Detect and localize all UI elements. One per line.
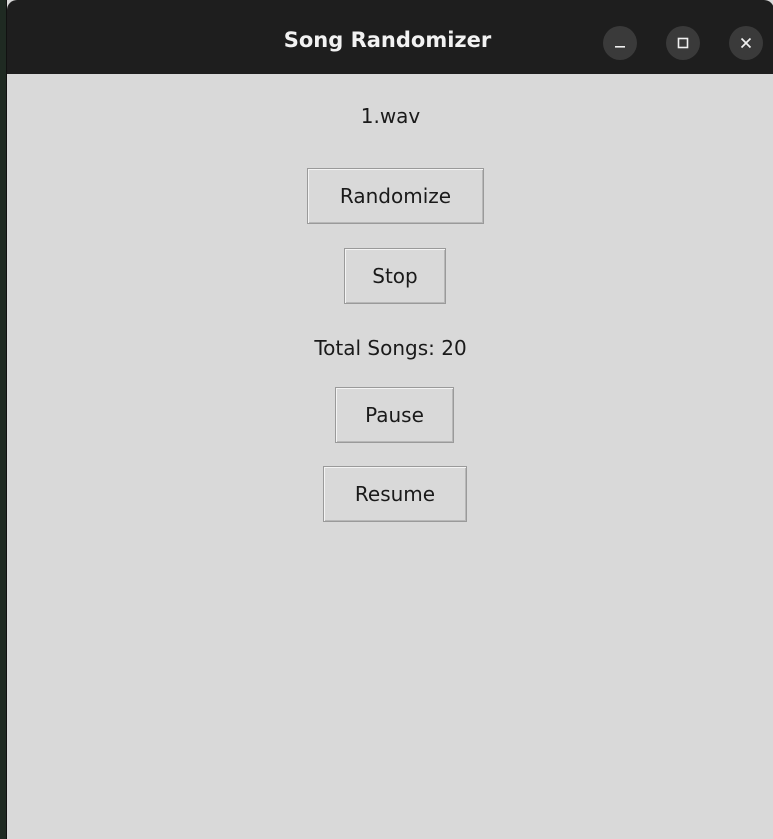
resume-button[interactable]: Resume xyxy=(323,466,467,522)
main-content: 1.wav Randomize Stop Total Songs: 20 Pau… xyxy=(7,74,773,839)
stop-button[interactable]: Stop xyxy=(344,248,446,304)
maximize-icon xyxy=(677,37,689,49)
title-bar[interactable]: Song Randomizer xyxy=(7,0,773,74)
minimize-button[interactable] xyxy=(603,26,637,60)
maximize-button[interactable] xyxy=(666,26,700,60)
current-song-label: 1.wav xyxy=(360,104,421,128)
total-songs-label: Total Songs: 20 xyxy=(314,336,467,360)
app-window: Song Randomizer 1.wav Randomize Stop Tot… xyxy=(6,0,773,839)
randomize-button[interactable]: Randomize xyxy=(307,168,484,224)
window-title: Song Randomizer xyxy=(283,28,492,52)
pause-button[interactable]: Pause xyxy=(335,387,454,443)
minimize-icon xyxy=(614,37,626,49)
close-button[interactable] xyxy=(729,26,763,60)
close-icon xyxy=(740,37,752,49)
